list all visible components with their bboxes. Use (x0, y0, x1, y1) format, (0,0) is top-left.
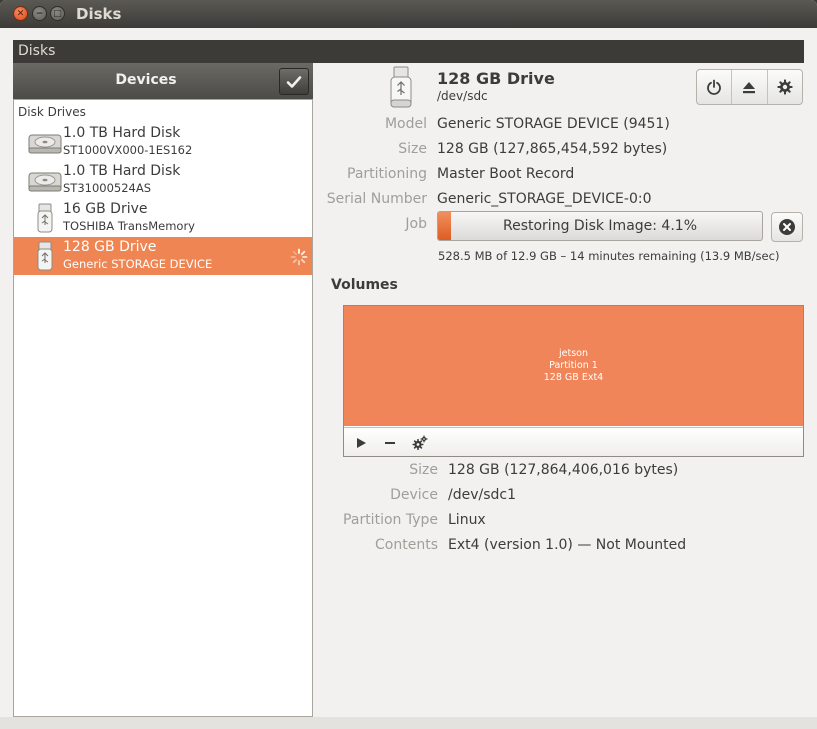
partition-type-label: Partition Type (343, 512, 438, 528)
title-bar: ✕ − □ Disks (0, 0, 817, 28)
job-progress-bar: Restoring Disk Image: 4.1% (437, 211, 763, 241)
usb-drive-icon (37, 241, 53, 271)
window-bottom-edge (0, 717, 817, 729)
disk-drives-section-label: Disk Drives (18, 105, 86, 119)
volume-size-value: 128 GB (127,864,406,016 bytes) (448, 462, 679, 478)
drive-name: 128 GB Drive (63, 239, 157, 255)
device-path: /dev/sdc (437, 89, 488, 103)
drive-settings-button[interactable] (766, 70, 802, 104)
partitioning-value: Master Boot Record (437, 166, 575, 182)
minimize-window-button[interactable]: − (32, 6, 47, 21)
volume-map: jetson Partition 1 128 GB Ext4 (343, 305, 804, 457)
cancel-icon (779, 219, 795, 235)
sidebar-header: Devices (13, 63, 313, 99)
drive-name: 16 GB Drive (63, 201, 148, 217)
serial-number-label: Serial Number (326, 191, 427, 207)
minus-icon (385, 442, 395, 444)
close-window-button[interactable]: ✕ (13, 6, 28, 21)
partition-label: jetson (559, 348, 588, 359)
job-label: Job (405, 216, 427, 232)
size-value: 128 GB (127,865,454,592 bytes) (437, 141, 668, 157)
gear-icon (777, 79, 793, 95)
contents-label: Contents (375, 537, 438, 553)
partition-number: Partition 1 (549, 360, 598, 371)
select-mode-button[interactable] (279, 68, 309, 95)
contents-value: Ext4 (version 1.0) — Not Mounted (448, 537, 687, 553)
busy-spinner-icon (290, 248, 308, 266)
volumes-heading: Volumes (331, 277, 398, 293)
partition-size-type: 128 GB Ext4 (543, 372, 604, 383)
drive-item-selected[interactable]: 128 GB Drive Generic STORAGE DEVICE (14, 237, 312, 275)
delete-partition-button[interactable] (382, 435, 398, 451)
partition-type-value: Linux (448, 512, 486, 528)
hard-disk-icon (28, 134, 62, 154)
partition-block[interactable]: jetson Partition 1 128 GB Ext4 (344, 306, 803, 426)
volume-device-label: Device (390, 487, 438, 503)
minimize-icon: − (35, 8, 44, 19)
eject-button[interactable] (731, 70, 766, 104)
app-menu[interactable]: Disks (18, 43, 55, 59)
cancel-job-button[interactable] (771, 212, 803, 242)
usb-drive-icon (37, 203, 53, 233)
hard-disk-icon (28, 172, 62, 192)
partition-settings-button[interactable] (412, 435, 428, 451)
devices-heading: Devices (115, 72, 177, 88)
volume-toolbar (344, 427, 803, 456)
volume-size-label: Size (409, 462, 438, 478)
play-icon (357, 438, 366, 448)
maximize-icon: □ (53, 8, 62, 19)
mount-button[interactable] (353, 435, 369, 451)
job-progress-text: Restoring Disk Image: 4.1% (502, 218, 698, 234)
gears-icon (412, 435, 428, 450)
size-label: Size (398, 141, 427, 157)
checkmark-icon (286, 75, 302, 88)
device-title: 128 GB Drive (437, 69, 555, 88)
close-icon: ✕ (16, 8, 25, 19)
partitioning-label: Partitioning (347, 166, 427, 182)
power-off-button[interactable] (697, 70, 731, 104)
power-icon (707, 79, 722, 95)
job-detail-text: 528.5 MB of 12.9 GB – 14 minutes remaini… (438, 249, 780, 263)
serial-number-value: Generic_STORAGE_DEVICE-0:0 (437, 191, 652, 207)
model-value: Generic STORAGE DEVICE (9451) (437, 116, 670, 132)
drive-model: Generic STORAGE DEVICE (63, 257, 213, 271)
menu-bar: Disks (13, 40, 804, 63)
drive-toolbar (696, 69, 803, 105)
model-label: Model (384, 116, 427, 132)
eject-icon (743, 82, 756, 94)
maximize-window-button[interactable]: □ (50, 6, 65, 21)
disks-window: ✕ − □ Disks Disks Devices Disk Drives 1.… (0, 0, 817, 729)
window-title: Disks (76, 5, 122, 23)
volume-device-value: /dev/sdc1 (448, 487, 517, 503)
usb-drive-large-icon (390, 66, 412, 108)
